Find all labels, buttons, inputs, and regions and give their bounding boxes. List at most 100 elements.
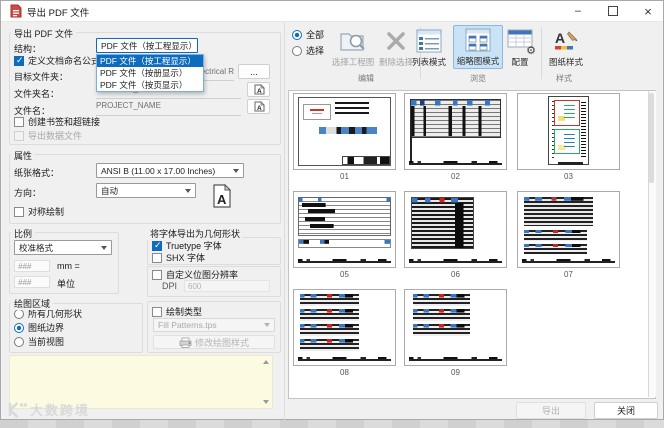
- thumbnail-item[interactable]: [517, 93, 620, 170]
- file-name-formula-button[interactable]: A: [247, 99, 270, 114]
- scale-format-select[interactable]: 校准格式: [14, 240, 112, 255]
- thumbnail-art: [298, 353, 391, 362]
- minimize-button[interactable]: –: [563, 1, 593, 21]
- structure-select[interactable]: PDF 文件（按工程显示）: [96, 38, 198, 53]
- thumbnail-art: [524, 197, 593, 226]
- chevron-down-icon: [101, 245, 107, 250]
- folder-search-icon: [339, 27, 367, 55]
- thumbnail-label: 01: [340, 172, 349, 181]
- group-separator: [541, 27, 542, 79]
- thumbnail-art: [524, 230, 587, 241]
- radio-all-sheets[interactable]: 全部: [292, 28, 324, 41]
- thumbnail-art: [554, 129, 580, 154]
- browse-group-label: 浏览: [470, 74, 486, 83]
- thumbnail-item[interactable]: [517, 191, 620, 268]
- close-dialog-button[interactable]: 关闭: [594, 402, 658, 419]
- thumbnail-art: [319, 127, 377, 134]
- browse-folder-button[interactable]: ...: [238, 64, 270, 79]
- scale-unit-field[interactable]: ###: [14, 276, 50, 288]
- radio-sheet-border[interactable]: 图纸边界: [14, 321, 64, 334]
- checkbox-icon: [152, 252, 162, 263]
- orientation-page-a-icon: A: [209, 183, 235, 214]
- thumbnail-item[interactable]: [404, 93, 507, 170]
- radio-current-view[interactable]: 当前视图: [14, 335, 64, 348]
- radio-selected-icon: [292, 29, 302, 40]
- radio-selected-icon: [14, 322, 24, 333]
- orientation-select[interactable]: 自动: [96, 183, 196, 198]
- folder-name-formula-button[interactable]: A: [247, 82, 270, 97]
- checkbox-checked-icon: [14, 55, 24, 66]
- thumbnail-item[interactable]: [404, 289, 507, 366]
- scroll-down-icon[interactable]: [263, 400, 269, 404]
- checkbox-icon: [14, 206, 24, 217]
- thumbnail-art: [413, 308, 470, 321]
- checkbox-icon: [152, 269, 162, 280]
- plot-style-icon: [179, 337, 192, 348]
- thumbnail-item[interactable]: [293, 289, 396, 366]
- thumbnail-art: [342, 155, 390, 165]
- paper-format-select[interactable]: ANSI B (11.00 x 17.00 Inches): [96, 163, 244, 178]
- thumbnail-art: [335, 102, 369, 115]
- list-mode-button[interactable]: 列表模式: [408, 27, 450, 68]
- watermark-text: 大数跨境: [30, 403, 91, 418]
- titlebar: 导出 PDF 文件 – ×: [1, 1, 663, 22]
- panel-divider: [284, 22, 285, 421]
- thumbnail-art: [298, 255, 391, 264]
- mirror-checkbox[interactable]: 对称绘制: [14, 205, 64, 218]
- plot-type-checkbox[interactable]: 绘制类型: [152, 305, 202, 318]
- grid-scrollbar-thumb[interactable]: [649, 93, 654, 183]
- thumbnail-item[interactable]: [404, 191, 507, 268]
- thumbnail-label: 02: [451, 172, 460, 181]
- dialog-title: 导出 PDF 文件: [27, 8, 90, 19]
- svg-text:A: A: [217, 192, 227, 207]
- shx-checkbox[interactable]: SHX 字体: [152, 251, 205, 264]
- thumbnail-item[interactable]: [293, 191, 396, 268]
- export-data-checkbox: 导出数据文件: [14, 129, 82, 142]
- thumbnail-label: 08: [340, 368, 349, 377]
- chevron-down-icon: [233, 168, 239, 173]
- thumbnail-art: [303, 103, 332, 121]
- configure-button[interactable]: ⚙ 配置: [506, 27, 536, 68]
- svg-text:A: A: [257, 88, 262, 95]
- checkbox-icon: [14, 116, 24, 127]
- radio-icon: [292, 45, 302, 56]
- define-naming-checkbox[interactable]: 定义文档命名公式: [14, 54, 100, 67]
- export-button[interactable]: 导出: [516, 402, 586, 419]
- close-button[interactable]: ×: [633, 1, 663, 21]
- scale-mm-field[interactable]: ###: [14, 260, 50, 272]
- paper-format-label: 纸张格式：: [14, 168, 60, 178]
- dpi-label: DPI: [162, 281, 178, 291]
- file-name-field[interactable]: PROJECT_NAME: [96, 100, 241, 116]
- thumbnail-label: 05: [340, 270, 349, 279]
- thumbnail-item[interactable]: [293, 93, 396, 170]
- radio-select-sheets[interactable]: 选择: [292, 44, 324, 57]
- thumbnail-art: [411, 196, 474, 249]
- thumbnail-art: [410, 98, 501, 138]
- pdf-app-icon: [9, 4, 22, 23]
- bookmarks-checkbox[interactable]: 创建书签和超链接: [14, 115, 100, 128]
- thumbnail-art: [300, 338, 359, 351]
- export-group-label: 导出 PDF 文件: [11, 27, 77, 40]
- thumbnail-art: [522, 255, 615, 264]
- chevron-down-icon: [264, 323, 270, 327]
- thumbnail-label: 06: [451, 270, 460, 279]
- folder-name-label: 文件夹名：: [14, 89, 60, 99]
- watermark: 大数跨境: [7, 400, 90, 419]
- page-a-icon: A: [254, 84, 265, 95]
- radio-icon: [14, 336, 24, 347]
- dropdown-option-by-page[interactable]: PDF 文件（按页显示）: [97, 79, 203, 91]
- maximize-button[interactable]: [598, 1, 628, 21]
- thumbnail-art: [409, 255, 502, 264]
- svg-text:A: A: [555, 30, 565, 46]
- chevron-down-icon: [185, 188, 191, 193]
- thumbnail-label: 07: [564, 270, 573, 279]
- export-pdf-dialog: 导出 PDF 文件 – × 导出 PDF 文件 结构： PDF 文件（按工程显示…: [0, 0, 664, 421]
- dropdown-option-by-project[interactable]: PDF 文件（按工程显示）: [97, 55, 203, 67]
- orientation-label: 方向：: [14, 188, 42, 198]
- dropdown-option-by-book[interactable]: PDF 文件（按册显示）: [97, 67, 203, 79]
- thumbnail-label: 09: [451, 368, 460, 377]
- scroll-up-icon[interactable]: [263, 360, 269, 364]
- thumbnail-mode-button[interactable]: 缩略图模式: [453, 25, 503, 69]
- sheet-style-button[interactable]: A 图纸样式: [545, 27, 587, 68]
- checkbox-icon: [14, 130, 24, 141]
